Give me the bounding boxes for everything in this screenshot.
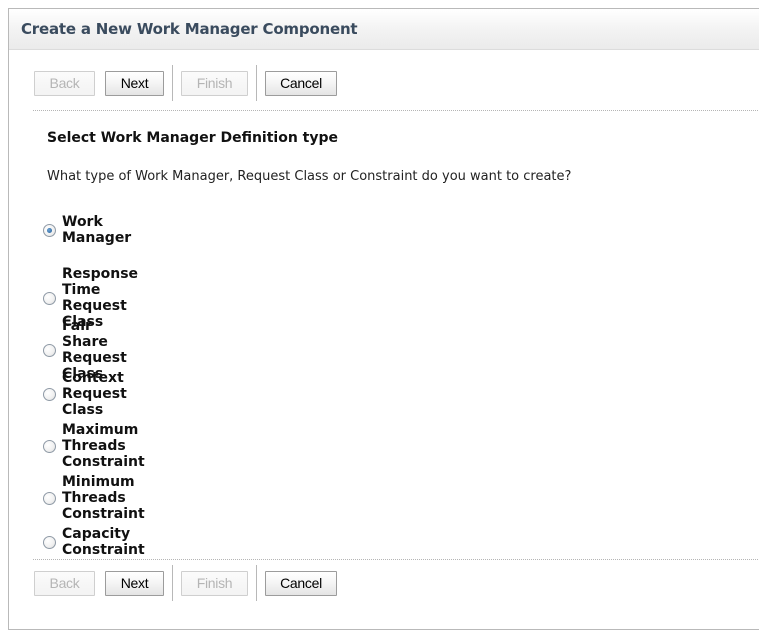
panel-header: Create a New Work Manager Component: [9, 9, 759, 50]
option-label: Minimum Threads Constraint: [62, 474, 145, 522]
radio-button-selected[interactable]: [43, 223, 56, 237]
radio-button[interactable]: [43, 291, 56, 305]
bottom-toolbar: Back Next Finish Cancel: [34, 564, 337, 602]
finish-button[interactable]: Finish: [181, 570, 248, 596]
toolbar-separator: [256, 65, 257, 101]
option-minimum-threads-constraint[interactable]: Minimum Threads Constraint: [43, 474, 145, 522]
next-button[interactable]: Next: [105, 570, 164, 596]
radio-button[interactable]: [43, 343, 56, 357]
top-toolbar: Back Next Finish Cancel: [34, 64, 337, 102]
option-label: Context Request Class: [62, 370, 127, 418]
finish-button[interactable]: Finish: [181, 70, 248, 96]
option-work-manager[interactable]: Work Manager: [43, 214, 131, 246]
toolbar-separator: [172, 65, 173, 101]
radio-button[interactable]: [43, 439, 56, 453]
back-button[interactable]: Back: [34, 70, 95, 96]
divider: [33, 110, 759, 111]
divider: [33, 559, 759, 560]
next-button[interactable]: Next: [105, 70, 164, 96]
radio-button[interactable]: [43, 535, 56, 549]
cancel-button[interactable]: Cancel: [265, 70, 337, 96]
option-context-request-class[interactable]: Context Request Class: [43, 370, 127, 418]
wizard-panel: Create a New Work Manager Component Back…: [8, 8, 759, 630]
toolbar-separator: [172, 565, 173, 601]
panel-title: Create a New Work Manager Component: [21, 20, 358, 38]
radio-button[interactable]: [43, 387, 56, 401]
cancel-button[interactable]: Cancel: [265, 570, 337, 596]
option-label: Capacity Constraint: [62, 526, 145, 558]
section-heading: Select Work Manager Definition type: [47, 130, 339, 146]
option-maximum-threads-constraint[interactable]: Maximum Threads Constraint: [43, 422, 145, 470]
option-label: Maximum Threads Constraint: [62, 422, 145, 470]
back-button[interactable]: Back: [34, 570, 95, 596]
toolbar-separator: [256, 565, 257, 601]
radio-button[interactable]: [43, 491, 56, 505]
option-label: Work Manager: [62, 214, 132, 246]
option-capacity-constraint[interactable]: Capacity Constraint: [43, 526, 145, 558]
question-text: What type of Work Manager, Request Class…: [47, 169, 572, 184]
